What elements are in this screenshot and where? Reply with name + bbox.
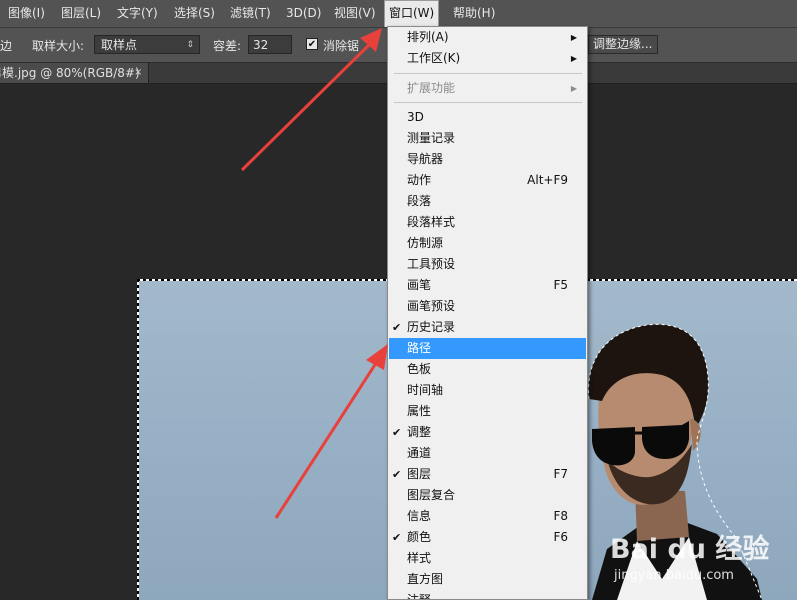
window-menu-dropdown: 排列(A) ▶ 工作区(K) ▶ 扩展功能 ▶ 3D 测量记录 导航器 动作 A… [387,26,588,600]
menu-item-label: 排列(A) [407,30,449,44]
tolerance-label: 容差: [213,39,242,53]
menu-item-channels[interactable]: 通道 [389,443,586,464]
menu-filter[interactable]: 滤镜(T) [226,0,275,27]
menu-type[interactable]: 文字(Y) [113,0,162,27]
menu-item-adjustments[interactable]: ✔ 调整 [389,422,586,443]
menu-help[interactable]: 帮助(H) [449,0,499,27]
menu-item-properties[interactable]: 属性 [389,401,586,422]
baidu-watermark: Bai du 经验 jingyan.baidu.com [608,523,797,600]
antialias-label: 消除锯 [323,39,360,53]
sample-size-select[interactable]: 取样点 ⇕ [94,35,200,54]
menu-item-label: 段落 [407,194,432,208]
menu-3d[interactable]: 3D(D) [282,0,325,27]
document-tab[interactable]: 男模.jpg @ 80%(RGB/8#) × [0,63,149,83]
menu-item-label: 3D [407,110,424,124]
menu-item-label: 图层 [407,467,432,481]
menu-item-clone-source[interactable]: 仿制源 [389,233,586,254]
checkmark-icon: ✔ [392,531,402,544]
menu-item-color[interactable]: ✔ 颜色 F6 [389,527,586,548]
menu-item-layers[interactable]: ✔ 图层 F7 [389,464,586,485]
menu-item-label: 导航器 [407,152,444,166]
menu-item-info[interactable]: 信息 F8 [389,506,586,527]
menu-item-brush[interactable]: 画笔 F5 [389,275,586,296]
menu-item-label: 段落样式 [407,215,456,229]
menu-item-tool-presets[interactable]: 工具预设 [389,254,586,275]
menu-separator [394,73,582,74]
menu-item-label: 信息 [407,509,432,523]
close-icon[interactable]: × [134,63,142,83]
menu-bar: 图像(I) 图层(L) 文字(Y) 选择(S) 滤镜(T) 3D(D) 视图(V… [0,0,797,28]
menu-item-label: 颜色 [407,530,432,544]
menu-item-label: 通道 [407,446,432,460]
menu-item-brush-presets[interactable]: 画笔预设 [389,296,586,317]
watermark-logo: Bai du 经验 [610,534,770,565]
menu-item-label: 扩展功能 [407,81,456,95]
menu-view[interactable]: 视图(V) [330,0,380,27]
menu-item-label: 注释 [407,593,432,600]
menu-layer[interactable]: 图层(L) [57,0,105,27]
checkmark-icon: ✔ [392,468,402,481]
menu-item-label: 图层复合 [407,488,456,502]
menu-item-label: 工作区(K) [407,51,461,65]
sample-size-label: 取样大小: [32,39,85,53]
menu-select[interactable]: 选择(S) [170,0,219,27]
submenu-arrow-icon: ▶ [570,84,577,93]
menu-item-label: 色板 [407,362,432,376]
menu-item-notes[interactable]: 注释 [389,590,586,600]
menu-item-label: 工具预设 [407,257,456,271]
menu-item-actions[interactable]: 动作 Alt+F9 [389,170,586,191]
antialias-checkbox[interactable]: ✔ [306,38,318,50]
menu-item-history[interactable]: ✔ 历史记录 [389,317,586,338]
menu-item-paths[interactable]: 路径 [389,338,586,359]
select-arrow-icon: ⇕ [186,40,194,50]
menu-item-styles[interactable]: 样式 [389,548,586,569]
menu-window[interactable]: 窗口(W) [384,0,440,27]
menu-item-label: 调整 [407,425,432,439]
menu-item-label: 路径 [407,341,432,355]
document-tab-label: 男模.jpg @ 80%(RGB/8#) [0,66,140,80]
menu-item-navigator[interactable]: 导航器 [389,149,586,170]
refine-edge-button[interactable]: 调整边缘... [588,35,658,54]
menu-item-label: 测量记录 [407,131,456,145]
submenu-arrow-icon: ▶ [570,54,577,63]
menu-item-label: 直方图 [407,572,444,586]
menu-item-paragraph[interactable]: 段落 [389,191,586,212]
menu-item-label: 历史记录 [407,320,456,334]
sample-size-value: 取样点 [101,38,138,52]
menu-item-shortcut: F7 [553,467,568,481]
menu-item-shortcut: F6 [553,530,568,544]
menu-item-extensions: 扩展功能 ▶ [389,78,586,99]
menu-item-label: 样式 [407,551,432,565]
menu-item-layer-comps[interactable]: 图层复合 [389,485,586,506]
menu-item-label: 属性 [407,404,432,418]
menu-item-workspace[interactable]: 工作区(K) ▶ [389,48,586,69]
menu-item-label: 画笔 [407,278,432,292]
checkmark-icon: ✔ [392,321,402,334]
menu-item-shortcut: F5 [553,278,568,292]
menu-item-arrange[interactable]: 排列(A) ▶ [389,27,586,48]
menu-item-paragraph-styles[interactable]: 段落样式 [389,212,586,233]
menu-separator [394,102,582,103]
menu-item-measurement-log[interactable]: 测量记录 [389,128,586,149]
partial-label: 边 [0,39,13,53]
tolerance-input[interactable]: 32 [248,35,292,54]
menu-item-label: 动作 [407,173,432,187]
menu-item-label: 画笔预设 [407,299,456,313]
menu-item-shortcut: Alt+F9 [527,173,568,187]
menu-item-timeline[interactable]: 时间轴 [389,380,586,401]
menu-item-3d[interactable]: 3D [389,107,586,128]
menu-image[interactable]: 图像(I) [4,0,49,27]
checkmark-icon: ✔ [392,426,402,439]
submenu-arrow-icon: ▶ [570,33,577,42]
menu-item-label: 时间轴 [407,383,444,397]
menu-item-shortcut: F8 [553,509,568,523]
menu-item-histogram[interactable]: 直方图 [389,569,586,590]
menu-item-swatches[interactable]: 色板 [389,359,586,380]
menu-item-label: 仿制源 [407,236,444,250]
watermark-url: jingyan.baidu.com [614,568,734,583]
